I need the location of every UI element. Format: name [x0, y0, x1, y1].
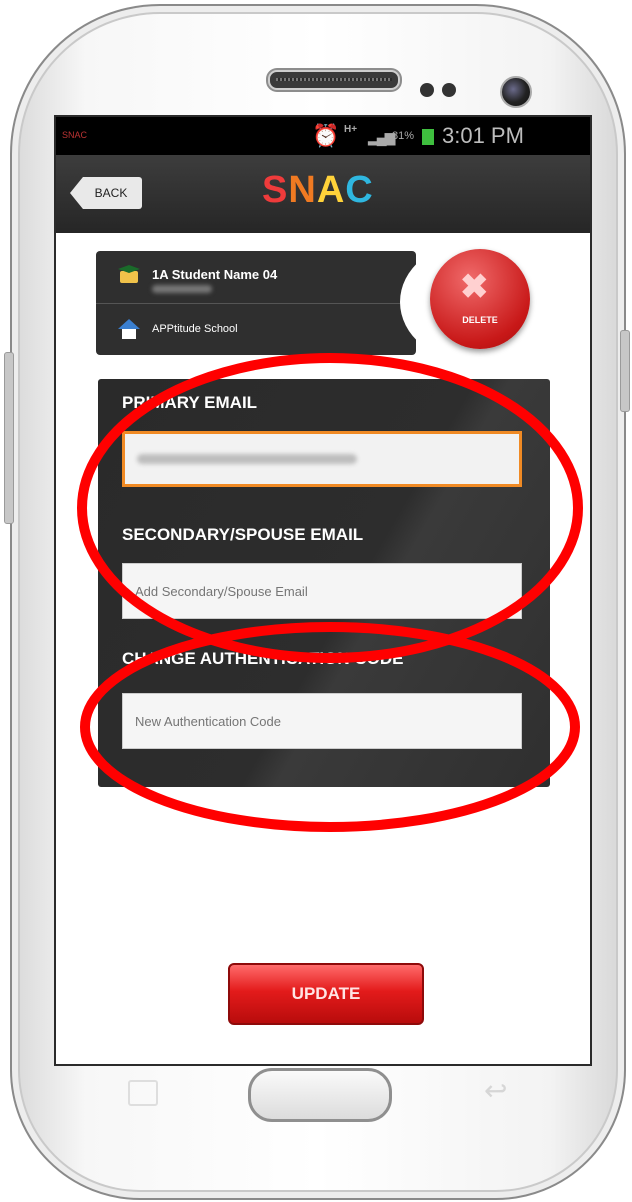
student-id-redacted	[152, 285, 212, 293]
graduation-cap-icon	[118, 265, 140, 283]
school-name: APPtitude School	[152, 323, 238, 335]
auth-code-field[interactable]	[122, 693, 522, 749]
delete-label: DELETE	[462, 315, 498, 325]
battery-percent: 81%	[392, 130, 415, 142]
volume-key	[4, 352, 14, 524]
back-button[interactable]: BACK	[70, 177, 142, 209]
delete-x-icon: ✖	[460, 268, 489, 306]
student-name: 1A Student Name 04	[152, 266, 278, 282]
secondary-email-label: SECONDARY/SPOUSE EMAIL	[122, 525, 364, 544]
network-type: H+	[344, 124, 358, 135]
primary-email-field[interactable]	[122, 431, 522, 487]
update-button[interactable]: UPDATE	[228, 963, 424, 1025]
earpiece-speaker	[268, 70, 400, 90]
auth-code-label: CHANGE AUTHENTICATION CODE	[122, 649, 404, 668]
app-header: BACK SNAC	[56, 155, 590, 233]
menu-key-icon[interactable]	[128, 1080, 158, 1106]
status-app-name: SNAC	[62, 130, 88, 140]
power-key	[620, 330, 630, 412]
proximity-sensor	[420, 83, 434, 97]
status-bar: SNAC ⏰ H+ ▂▄▆ 81% 3:01 PM	[56, 117, 590, 155]
alarm-icon: ⏰	[312, 123, 340, 148]
front-camera-icon	[500, 76, 532, 108]
secondary-email-field[interactable]	[122, 563, 522, 619]
light-sensor	[442, 83, 456, 97]
signal-icon: ▂▄▆	[368, 129, 395, 145]
clock: 3:01 PM	[442, 123, 524, 148]
school-icon	[118, 319, 140, 339]
email-form-panel: PRIMARY EMAIL SECONDARY/SPOUSE EMAIL CHA…	[98, 379, 550, 787]
delete-button[interactable]: ✖ DELETE	[430, 249, 530, 349]
app-title: SNAC	[262, 169, 374, 211]
home-button[interactable]	[248, 1068, 392, 1122]
student-card: 1A Student Name 04 APPtitude School	[96, 251, 416, 355]
back-key-icon[interactable]: ↩	[484, 1074, 507, 1107]
screen: SNAC ⏰ H+ ▂▄▆ 81% 3:01 PM BACK SNAC 1A S…	[54, 115, 592, 1066]
primary-email-redacted	[137, 454, 357, 464]
battery-icon	[422, 129, 434, 145]
primary-email-label: PRIMARY EMAIL	[122, 393, 258, 412]
